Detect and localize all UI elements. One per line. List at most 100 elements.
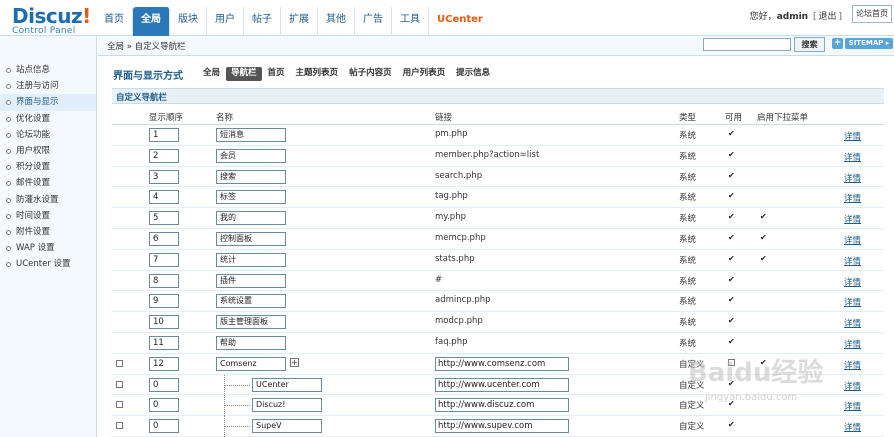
name-input[interactable]: 我的 — [216, 211, 286, 226]
available-checkbox[interactable]: ✔ — [728, 317, 736, 325]
subtab-0[interactable]: 全局 — [198, 67, 225, 81]
available-checkbox[interactable]: ✔ — [728, 254, 736, 263]
name-input[interactable]: 版主管理面板 — [216, 315, 286, 330]
detail-link[interactable]: 详情 — [844, 380, 861, 392]
order-input[interactable]: 7 — [149, 252, 179, 267]
top-tab-6[interactable]: 其他 — [318, 7, 355, 36]
top-tab-4[interactable]: 帖子 — [244, 7, 281, 36]
order-input[interactable]: 9 — [149, 294, 179, 309]
available-checkbox[interactable] — [728, 358, 735, 366]
detail-link[interactable]: 详情 — [844, 296, 861, 308]
logout-link[interactable]: 退出 — [818, 12, 836, 22]
search-input[interactable] — [703, 38, 791, 51]
subtab-3[interactable]: 主题列表页 — [291, 67, 344, 81]
name-input[interactable]: 插件 — [216, 273, 286, 288]
order-input[interactable]: 11 — [149, 335, 179, 350]
delete-checkbox[interactable] — [116, 422, 123, 430]
name-input[interactable]: 搜索 — [216, 169, 286, 184]
detail-link[interactable]: 详情 — [844, 400, 861, 412]
detail-link[interactable]: 详情 — [844, 338, 861, 350]
sidebar-item-6[interactable]: 积分设置 — [0, 159, 96, 175]
top-tab-2[interactable]: 版块 — [170, 7, 207, 36]
available-checkbox[interactable]: ✔ — [728, 192, 736, 200]
top-tab-1[interactable]: 全局 — [133, 7, 170, 36]
detail-link[interactable]: 详情 — [844, 276, 861, 288]
dropdown-checkbox[interactable]: ✔ — [760, 358, 768, 367]
link-input[interactable]: http://www.supev.com — [435, 419, 569, 434]
sidebar-item-1[interactable]: 注册与访问 — [0, 78, 96, 94]
order-input[interactable]: 8 — [149, 273, 179, 288]
sidebar-item-2[interactable]: 界面与显示 — [0, 94, 96, 111]
available-checkbox[interactable]: ✔ — [728, 379, 736, 388]
subtab-6[interactable]: 提示信息 — [451, 67, 495, 81]
order-input[interactable]: 0 — [149, 398, 179, 413]
available-checkbox[interactable]: ✔ — [728, 337, 736, 346]
search-button[interactable]: 搜索 — [794, 37, 825, 52]
link-input[interactable]: http://www.discuz.com — [435, 398, 569, 413]
order-input[interactable]: 4 — [149, 190, 179, 205]
name-input[interactable]: Discuz! — [252, 398, 322, 413]
name-input[interactable]: UCenter — [252, 377, 322, 392]
subtab-4[interactable]: 帖子内容页 — [344, 67, 397, 81]
name-input[interactable]: 短消息 — [216, 128, 286, 142]
sidebar-item-8[interactable]: 防灌水设置 — [0, 192, 96, 208]
available-checkbox[interactable]: ✔ — [728, 171, 736, 180]
available-checkbox[interactable]: ✔ — [728, 421, 736, 429]
name-input[interactable]: Comsenz — [216, 356, 286, 371]
available-checkbox[interactable]: ✔ — [728, 400, 736, 408]
sidebar-item-11[interactable]: WAP 设置 — [0, 240, 96, 256]
name-input[interactable]: 统计 — [216, 252, 286, 267]
available-checkbox[interactable]: ✔ — [728, 275, 736, 284]
order-input[interactable]: 2 — [149, 148, 179, 163]
link-input[interactable]: http://www.comsenz.com — [435, 356, 569, 371]
name-input[interactable]: 会员 — [216, 148, 286, 163]
sitemap-button[interactable]: SITEMAP ▸ — [845, 38, 893, 49]
top-tab-8[interactable]: 工具 — [392, 7, 429, 36]
detail-link[interactable]: 详情 — [844, 234, 861, 246]
dropdown-checkbox[interactable]: ✔ — [760, 213, 768, 221]
sidebar-item-0[interactable]: 站点信息 — [0, 62, 96, 78]
top-tab-0[interactable]: 首页 — [96, 7, 133, 36]
name-input[interactable]: 系统设置 — [216, 294, 286, 309]
sidebar-item-5[interactable]: 用户权限 — [0, 143, 96, 159]
dropdown-checkbox[interactable]: ✔ — [760, 233, 768, 242]
top-tab-9[interactable]: UCenter — [429, 7, 491, 36]
subtab-2[interactable]: 首页 — [263, 67, 290, 81]
available-checkbox[interactable]: ✔ — [728, 130, 736, 138]
available-checkbox[interactable]: ✔ — [728, 150, 736, 159]
detail-link[interactable]: 详情 — [844, 255, 861, 267]
detail-link[interactable]: 详情 — [844, 359, 861, 371]
dropdown-checkbox[interactable]: ✔ — [760, 254, 768, 263]
detail-link[interactable]: 详情 — [844, 192, 861, 204]
order-input[interactable]: 6 — [149, 231, 179, 246]
link-input[interactable]: http://www.ucenter.com — [435, 377, 569, 392]
sidebar-item-3[interactable]: 优化设置 — [0, 111, 96, 127]
sidebar-item-12[interactable]: UCenter 设置 — [0, 256, 96, 272]
name-input[interactable]: 标签 — [216, 190, 286, 205]
top-tab-5[interactable]: 扩展 — [281, 7, 318, 36]
sidebar-item-9[interactable]: 时间设置 — [0, 208, 96, 224]
available-checkbox[interactable]: ✔ — [728, 233, 736, 242]
sidebar-item-10[interactable]: 附件设置 — [0, 224, 96, 240]
detail-link[interactable]: 详情 — [844, 213, 861, 225]
subtab-1[interactable]: 导航栏 — [226, 67, 262, 81]
sidebar-item-4[interactable]: 论坛功能 — [0, 127, 96, 143]
detail-link[interactable]: 详情 — [844, 317, 861, 329]
order-input[interactable]: 10 — [149, 315, 179, 330]
name-input[interactable]: 控制面板 — [216, 231, 286, 246]
sidebar-item-7[interactable]: 邮件设置 — [0, 175, 96, 191]
add-child-icon[interactable]: + — [290, 357, 299, 367]
detail-link[interactable]: 详情 — [844, 421, 861, 433]
subtab-5[interactable]: 用户列表页 — [398, 67, 451, 81]
available-checkbox[interactable]: ✔ — [728, 296, 736, 304]
top-tab-7[interactable]: 广告 — [355, 7, 392, 36]
detail-link[interactable]: 详情 — [844, 172, 861, 184]
delete-checkbox[interactable] — [116, 380, 123, 388]
top-tab-3[interactable]: 用户 — [207, 7, 244, 36]
discuz-logo[interactable]: Discuz! Control Panel — [12, 6, 92, 38]
detail-link[interactable]: 详情 — [844, 130, 861, 142]
order-input[interactable]: 12 — [149, 356, 179, 371]
add-shortcut-icon[interactable]: + — [832, 38, 843, 49]
forum-home-button[interactable]: 论坛首页 — [852, 5, 892, 23]
order-input[interactable]: 0 — [149, 419, 179, 434]
